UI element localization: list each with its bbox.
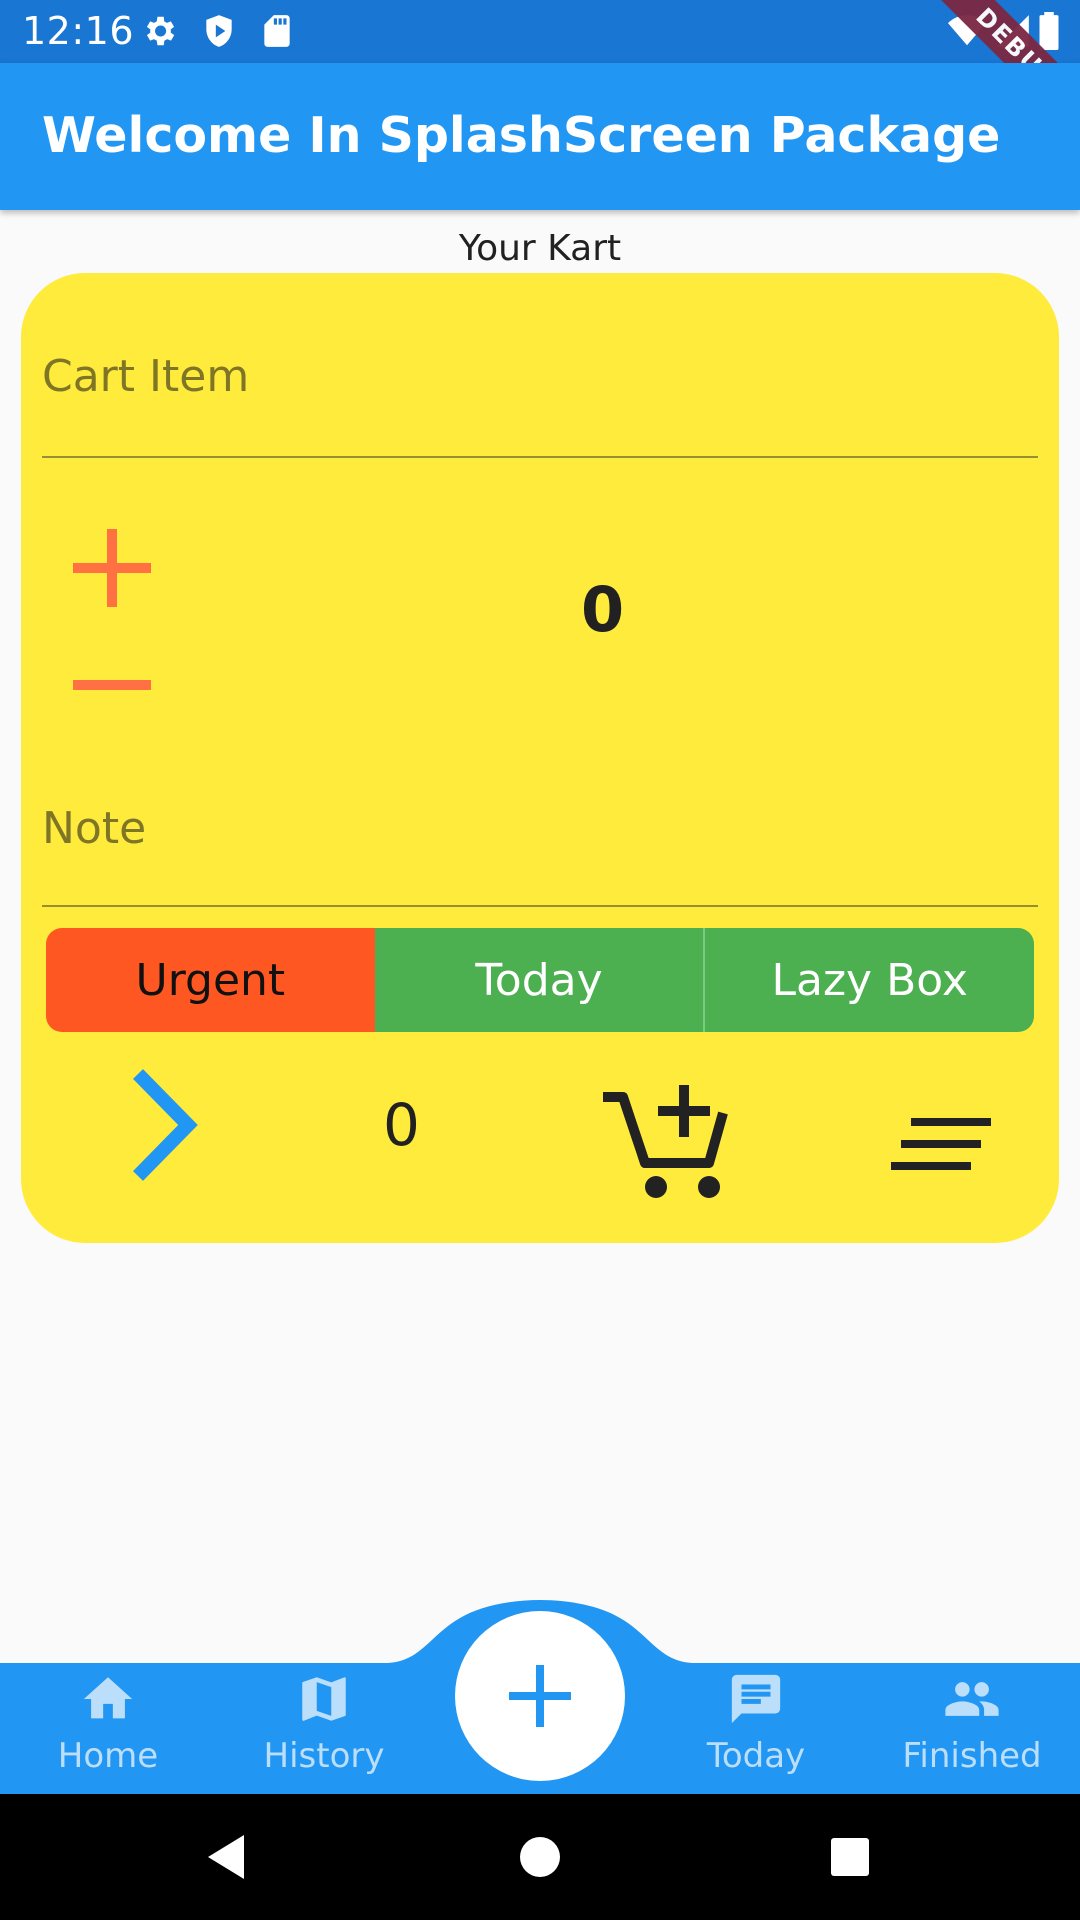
sort-icon[interactable]: [891, 1118, 996, 1178]
nav-history-label: History: [263, 1736, 385, 1776]
home-icon: [83, 1677, 133, 1719]
priority-lazy-box[interactable]: Lazy Box: [705, 928, 1034, 1032]
chevron-right-icon[interactable]: [126, 1068, 216, 1183]
counter-value: 0: [383, 1091, 420, 1159]
nav-finished-label: Finished: [902, 1736, 1042, 1776]
nav-history[interactable]: History: [224, 1670, 424, 1776]
note-input[interactable]: Note: [42, 803, 146, 854]
priority-toggle: Urgent Today Lazy Box: [46, 928, 1034, 1032]
decrement-minus-icon[interactable]: [67, 677, 157, 693]
add-shopping-cart-icon[interactable]: [599, 1083, 739, 1203]
back-icon[interactable]: [200, 1827, 260, 1887]
people-icon: [945, 1682, 999, 1716]
home-circle-icon[interactable]: [510, 1827, 570, 1887]
settings-icon: [146, 16, 175, 46]
increment-plus-icon[interactable]: [67, 523, 157, 613]
nav-today[interactable]: Today: [656, 1670, 856, 1776]
chat-icon: [731, 1674, 781, 1724]
system-nav-bar: [0, 1794, 1080, 1920]
priority-today[interactable]: Today: [374, 928, 706, 1032]
cart-item-input[interactable]: Cart Item: [42, 351, 249, 402]
priority-urgent[interactable]: Urgent: [46, 928, 375, 1032]
recents-icon[interactable]: [820, 1827, 880, 1887]
plus-icon: [509, 1665, 571, 1727]
cart-item-underline: [42, 456, 1038, 458]
sd-card-icon: [264, 15, 290, 47]
status-time: 12:16: [22, 9, 135, 53]
quantity-value: 0: [581, 573, 625, 646]
nav-finished[interactable]: Finished: [872, 1670, 1072, 1776]
status-bar: 12:16 DEBUG: [0, 0, 1080, 144]
nav-home-label: Home: [57, 1736, 159, 1776]
map-icon: [302, 1677, 346, 1721]
shield-play-icon: [206, 15, 232, 47]
note-underline: [42, 905, 1038, 907]
app-title: Welcome In SplashScreen Package: [42, 107, 1001, 164]
nav-today-label: Today: [706, 1736, 806, 1776]
nav-home[interactable]: Home: [8, 1670, 208, 1776]
section-title: Your Kart: [458, 228, 622, 269]
app-bar: Welcome In SplashScreen Package: [0, 63, 1080, 210]
add-fab[interactable]: [455, 1611, 625, 1781]
cart-card: Cart Item 0 Note Urgent Today Lazy Box 0: [21, 273, 1059, 1243]
